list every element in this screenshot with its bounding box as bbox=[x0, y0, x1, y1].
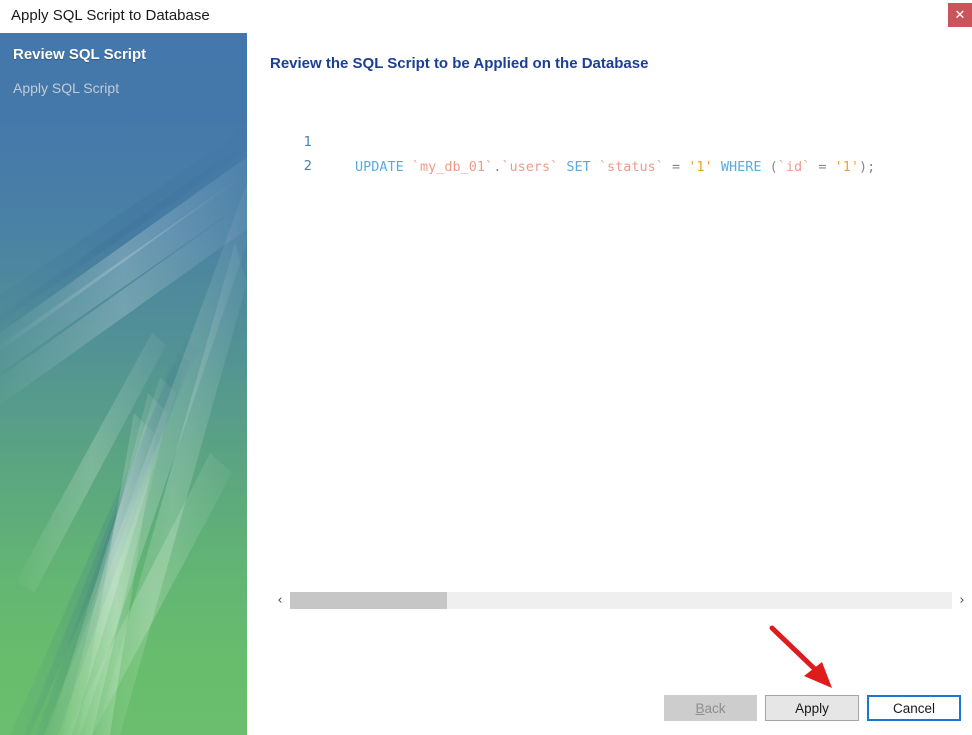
sql-keyword: SET bbox=[558, 159, 599, 175]
scrollbar-track[interactable] bbox=[290, 592, 952, 609]
code-line: 1 UPDATE `my_db_01`.`users` SET `status`… bbox=[270, 107, 876, 175]
sql-keyword: WHERE bbox=[712, 159, 770, 175]
sql-keyword: UPDATE bbox=[355, 159, 412, 175]
scrollbar-thumb[interactable] bbox=[290, 592, 447, 609]
sidebar-decoration bbox=[0, 128, 247, 735]
sql-identifier: `id` bbox=[777, 159, 811, 175]
apply-button[interactable]: Apply bbox=[765, 695, 859, 721]
sidebar-step-review-sql-script[interactable]: Review SQL Script bbox=[13, 46, 146, 63]
scroll-left-icon[interactable]: ‹ bbox=[270, 588, 290, 613]
page-title: Review the SQL Script to be Applied on t… bbox=[270, 55, 649, 72]
cancel-button[interactable]: Cancel bbox=[867, 695, 961, 721]
sidebar-step-apply-sql-script[interactable]: Apply SQL Script bbox=[13, 80, 119, 96]
back-mnemonic: B bbox=[695, 700, 705, 716]
sql-script-editor[interactable]: 1 UPDATE `my_db_01`.`users` SET `status`… bbox=[270, 95, 972, 587]
back-rest: ack bbox=[704, 700, 726, 716]
sql-identifier: `users` bbox=[501, 159, 559, 175]
line-number: 2 bbox=[303, 159, 312, 174]
scroll-right-icon[interactable]: › bbox=[952, 588, 972, 613]
close-icon[interactable]: ✕ bbox=[948, 3, 972, 27]
code-line-content: UPDATE `my_db_01`.`users` SET `status` =… bbox=[355, 155, 875, 179]
wizard-sidebar: Review SQL Script Apply SQL Script bbox=[0, 33, 247, 735]
back-button: Back bbox=[664, 695, 757, 721]
sql-identifier: `my_db_01` bbox=[411, 159, 494, 175]
sql-string: '1' bbox=[688, 159, 713, 175]
window-title: Apply SQL Script to Database bbox=[11, 7, 210, 24]
code-line: 2 bbox=[270, 131, 319, 174]
sql-punctuation: ); bbox=[859, 159, 876, 175]
sql-operator: = bbox=[663, 159, 689, 175]
sql-identifier: `status` bbox=[598, 159, 664, 175]
sql-string: '1' bbox=[834, 159, 860, 175]
content-pane: Review the SQL Script to be Applied on t… bbox=[247, 33, 972, 735]
sql-punctuation: ( bbox=[769, 159, 778, 175]
back-button-label: Back bbox=[695, 701, 725, 716]
horizontal-scrollbar[interactable]: ‹ › bbox=[270, 588, 972, 613]
sql-operator: = bbox=[810, 159, 835, 175]
title-bar: Apply SQL Script to Database ✕ bbox=[0, 0, 972, 33]
